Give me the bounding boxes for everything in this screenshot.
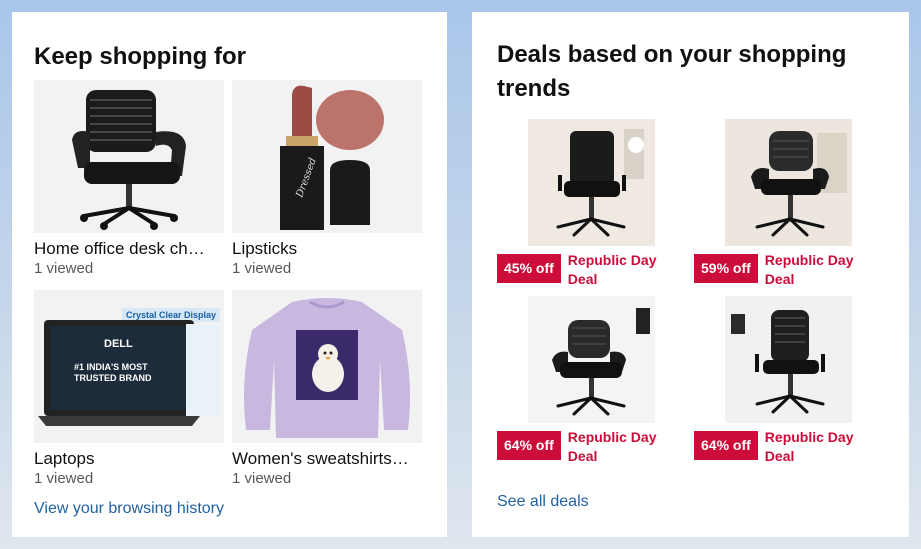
deal-item[interactable]: 64% off Republic Day Deal (497, 296, 668, 466)
keep-shopping-tile-lipsticks[interactable]: Dressed Lipsticks 1 viewed (232, 80, 422, 278)
laptop-image[interactable]: Crystal Clear Display DELL #1 INDIA'S MO… (34, 290, 224, 443)
deal-label[interactable]: Republic Day Deal (568, 251, 668, 289)
office-chair-icon (72, 90, 186, 230)
deal-label[interactable]: Republic Day Deal (765, 251, 865, 289)
deal-image[interactable] (528, 296, 655, 423)
discount-badge: 59% off (694, 254, 758, 283)
deals-title: Deals based on your shopping trends (497, 41, 847, 102)
desk-chair-image[interactable] (34, 80, 224, 233)
keep-shopping-tile-laptops[interactable]: Crystal Clear Display DELL #1 INDIA'S MO… (34, 290, 224, 488)
keep-shopping-tile-desk-chair[interactable]: Home office desk ch… 1 viewed (34, 80, 224, 278)
office-chair-icon (528, 119, 655, 246)
tile-viewed-count: 1 viewed (34, 260, 94, 277)
tile-label[interactable]: Laptops (34, 449, 224, 469)
see-all-deals-link[interactable]: See all deals (497, 493, 589, 511)
tile-viewed-count: 1 viewed (232, 260, 292, 277)
deals-card: Deals based on your shopping trends 45% … (472, 12, 909, 537)
office-chair-icon (528, 296, 655, 423)
tile-viewed-count: 1 viewed (232, 470, 292, 487)
lipstick-icon: Dressed (280, 85, 384, 230)
lipstick-image[interactable]: Dressed (232, 80, 422, 233)
browsing-history-link[interactable]: View your browsing history (34, 500, 224, 518)
tile-label[interactable]: Home office desk ch… (34, 239, 224, 259)
deal-label[interactable]: Republic Day Deal (568, 428, 668, 466)
deal-label[interactable]: Republic Day Deal (765, 428, 865, 466)
keep-shopping-card: Keep shopping for Home office desk ch… 1… (12, 12, 447, 537)
deal-item[interactable]: 64% off Republic Day Deal (694, 296, 865, 466)
laptop-brand: DELL (104, 338, 133, 350)
discount-badge: 45% off (497, 254, 561, 283)
sweatshirt-icon (244, 298, 410, 438)
deal-item[interactable]: 45% off Republic Day Deal (497, 119, 668, 289)
discount-badge: 64% off (497, 431, 561, 460)
keep-shopping-title: Keep shopping for (34, 43, 246, 70)
deal-item[interactable]: 59% off Republic Day Deal (694, 119, 865, 289)
tile-label[interactable]: Lipsticks (232, 239, 422, 259)
tile-viewed-count: 1 viewed (34, 470, 94, 487)
tile-label[interactable]: Women's sweatshirts… (232, 449, 422, 469)
laptop-tagline: #1 INDIA'S MOST TRUSTED BRAND (74, 362, 152, 383)
sweatshirt-image[interactable] (232, 290, 422, 443)
office-chair-icon (725, 296, 852, 423)
office-chair-icon (725, 119, 852, 246)
deal-image[interactable] (725, 296, 852, 423)
deal-image[interactable] (528, 119, 655, 246)
keep-shopping-tile-sweatshirts[interactable]: Women's sweatshirts… 1 viewed (232, 290, 422, 488)
deal-image[interactable] (725, 119, 852, 246)
discount-badge: 64% off (694, 431, 758, 460)
laptop-banner: Crystal Clear Display (126, 310, 217, 320)
